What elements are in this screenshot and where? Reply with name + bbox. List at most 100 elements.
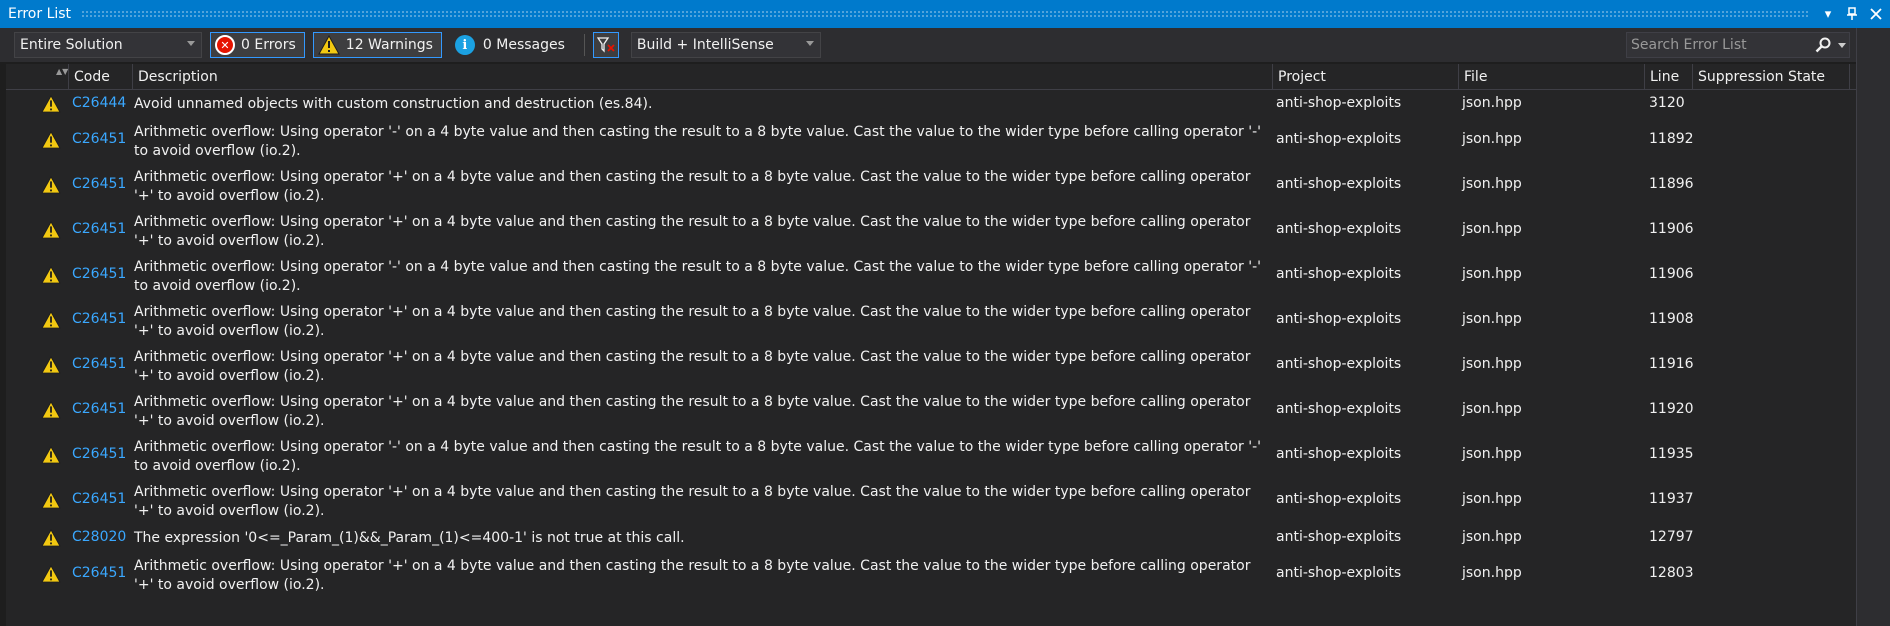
error-line: 3120 <box>1649 95 1685 111</box>
column-header-code[interactable]: Code <box>68 64 132 90</box>
error-code-link[interactable]: C26451 <box>72 176 126 192</box>
error-list-toolbar: Entire Solution ✕ 0 Errors 12 Warnings i… <box>0 28 1856 62</box>
errors-count: 0 Errors <box>241 37 296 53</box>
error-line: 12797 <box>1649 529 1694 545</box>
warning-triangle-icon <box>41 221 61 239</box>
error-line: 12803 <box>1649 565 1694 581</box>
column-header-project[interactable]: Project <box>1272 64 1458 90</box>
table-row[interactable]: C26451 Arithmetic overflow: Using operato… <box>6 299 1856 344</box>
error-list-grid: ▲▼ Code Description Project File Line Su… <box>6 64 1856 626</box>
error-file: json.hpp <box>1462 565 1522 581</box>
error-code-link[interactable]: C28020 <box>72 529 126 545</box>
error-project: anti-shop-exploits <box>1276 401 1402 417</box>
error-file: json.hpp <box>1462 131 1522 147</box>
close-icon[interactable] <box>1866 3 1886 25</box>
warning-triangle-icon <box>317 35 340 55</box>
error-file: json.hpp <box>1462 529 1522 545</box>
source-value: Build + IntelliSense <box>636 37 774 53</box>
error-description: Arithmetic overflow: Using operator '+' … <box>134 349 1251 384</box>
table-row[interactable]: C26451 Arithmetic overflow: Using operato… <box>6 119 1856 164</box>
error-description: Avoid unnamed objects with custom constr… <box>134 96 653 112</box>
error-line: 11908 <box>1649 311 1694 327</box>
error-description: The expression '0<=_Param_(1)&&_Param_(1… <box>134 530 685 546</box>
table-row[interactable]: C26451 Arithmetic overflow: Using operato… <box>6 344 1856 389</box>
error-code-link[interactable]: C26451 <box>72 266 126 282</box>
sort-indicator-icon[interactable]: ▲▼ <box>56 67 68 76</box>
table-row[interactable]: C26451 Arithmetic overflow: Using operato… <box>6 434 1856 479</box>
error-project: anti-shop-exploits <box>1276 266 1402 282</box>
error-code-link[interactable]: C26451 <box>72 131 126 147</box>
column-header-row: ▲▼ Code Description Project File Line Su… <box>6 64 1856 90</box>
search-icon[interactable] <box>1811 37 1835 53</box>
titlebar-grip[interactable] <box>81 10 1808 18</box>
error-project: anti-shop-exploits <box>1276 311 1402 327</box>
table-row[interactable]: C26451 Arithmetic overflow: Using operato… <box>6 479 1856 524</box>
error-project: anti-shop-exploits <box>1276 565 1402 581</box>
error-project: anti-shop-exploits <box>1276 221 1402 237</box>
error-code-link[interactable]: C26451 <box>72 565 126 581</box>
error-project: anti-shop-exploits <box>1276 529 1402 545</box>
warnings-count: 12 Warnings <box>345 37 433 53</box>
table-row[interactable]: C26451 Arithmetic overflow: Using operato… <box>6 553 1856 598</box>
warning-triangle-icon <box>41 446 61 464</box>
warning-triangle-icon <box>41 491 61 509</box>
error-line: 11892 <box>1649 131 1694 147</box>
search-input[interactable] <box>1627 37 1811 53</box>
column-header-file[interactable]: File <box>1458 64 1644 90</box>
error-line: 11896 <box>1649 176 1694 192</box>
warning-triangle-icon <box>41 565 61 583</box>
error-file: json.hpp <box>1462 176 1522 192</box>
error-code-link[interactable]: C26451 <box>72 356 126 372</box>
column-header-suppression-state[interactable]: Suppression State <box>1692 64 1850 90</box>
error-description: Arithmetic overflow: Using operator '+' … <box>134 484 1251 519</box>
errors-filter-button[interactable]: ✕ 0 Errors <box>210 32 305 58</box>
tool-window-titlebar[interactable]: Error List ▾ <box>0 0 1890 28</box>
pin-icon[interactable] <box>1842 3 1862 25</box>
error-project: anti-shop-exploits <box>1276 176 1402 192</box>
column-header-line[interactable]: Line <box>1644 64 1692 90</box>
error-line: 11906 <box>1649 221 1694 237</box>
table-row[interactable]: C26451 Arithmetic overflow: Using operato… <box>6 389 1856 434</box>
error-description: Arithmetic overflow: Using operator '-' … <box>134 124 1261 159</box>
error-code-link[interactable]: C26451 <box>72 446 126 462</box>
search-box[interactable] <box>1626 32 1850 58</box>
search-options-chevron-icon[interactable] <box>1835 33 1849 57</box>
table-row[interactable]: C26444 Avoid unnamed objects with custom … <box>6 90 1856 119</box>
table-row[interactable]: C26451 Arithmetic overflow: Using operato… <box>6 164 1856 209</box>
messages-filter-button[interactable]: i 0 Messages <box>450 32 574 58</box>
error-code-link[interactable]: C26451 <box>72 491 126 507</box>
warning-triangle-icon <box>41 176 61 194</box>
side-panel-edge[interactable] <box>1856 28 1890 626</box>
error-code-link[interactable]: C26444 <box>72 95 126 111</box>
error-file: json.hpp <box>1462 446 1522 462</box>
error-description: Arithmetic overflow: Using operator '+' … <box>134 169 1251 204</box>
error-code-link[interactable]: C26451 <box>72 221 126 237</box>
error-code-link[interactable]: C26451 <box>72 311 126 327</box>
error-circle-icon: ✕ <box>215 35 235 55</box>
table-row[interactable]: C26451 Arithmetic overflow: Using operato… <box>6 254 1856 299</box>
table-row[interactable]: C26451 Arithmetic overflow: Using operato… <box>6 209 1856 254</box>
table-row[interactable]: C28020 The expression '0<=_Param_(1)&&_Pa… <box>6 524 1856 553</box>
error-file: json.hpp <box>1462 221 1522 237</box>
scope-dropdown[interactable]: Entire Solution <box>14 32 202 58</box>
scope-value: Entire Solution <box>20 37 123 53</box>
error-file: json.hpp <box>1462 311 1522 327</box>
error-description: Arithmetic overflow: Using operator '+' … <box>134 214 1251 249</box>
column-header-description[interactable]: Description <box>132 64 1272 90</box>
window-dropdown-icon[interactable]: ▾ <box>1818 3 1838 25</box>
error-rows: C26444 Avoid unnamed objects with custom … <box>6 90 1856 598</box>
error-project: anti-shop-exploits <box>1276 491 1402 507</box>
error-description: Arithmetic overflow: Using operator '+' … <box>134 558 1251 593</box>
error-line: 11906 <box>1649 266 1694 282</box>
error-code-link[interactable]: C26451 <box>72 401 126 417</box>
error-description: Arithmetic overflow: Using operator '-' … <box>134 259 1261 294</box>
chevron-down-icon <box>187 41 195 46</box>
warning-triangle-icon <box>41 529 61 547</box>
source-dropdown[interactable]: Build + IntelliSense <box>630 32 821 58</box>
error-project: anti-shop-exploits <box>1276 131 1402 147</box>
warnings-filter-button[interactable]: 12 Warnings <box>312 32 442 58</box>
error-file: json.hpp <box>1462 356 1522 372</box>
error-file: json.hpp <box>1462 401 1522 417</box>
error-file: json.hpp <box>1462 95 1522 111</box>
filter-funnel-button[interactable] <box>592 32 619 58</box>
